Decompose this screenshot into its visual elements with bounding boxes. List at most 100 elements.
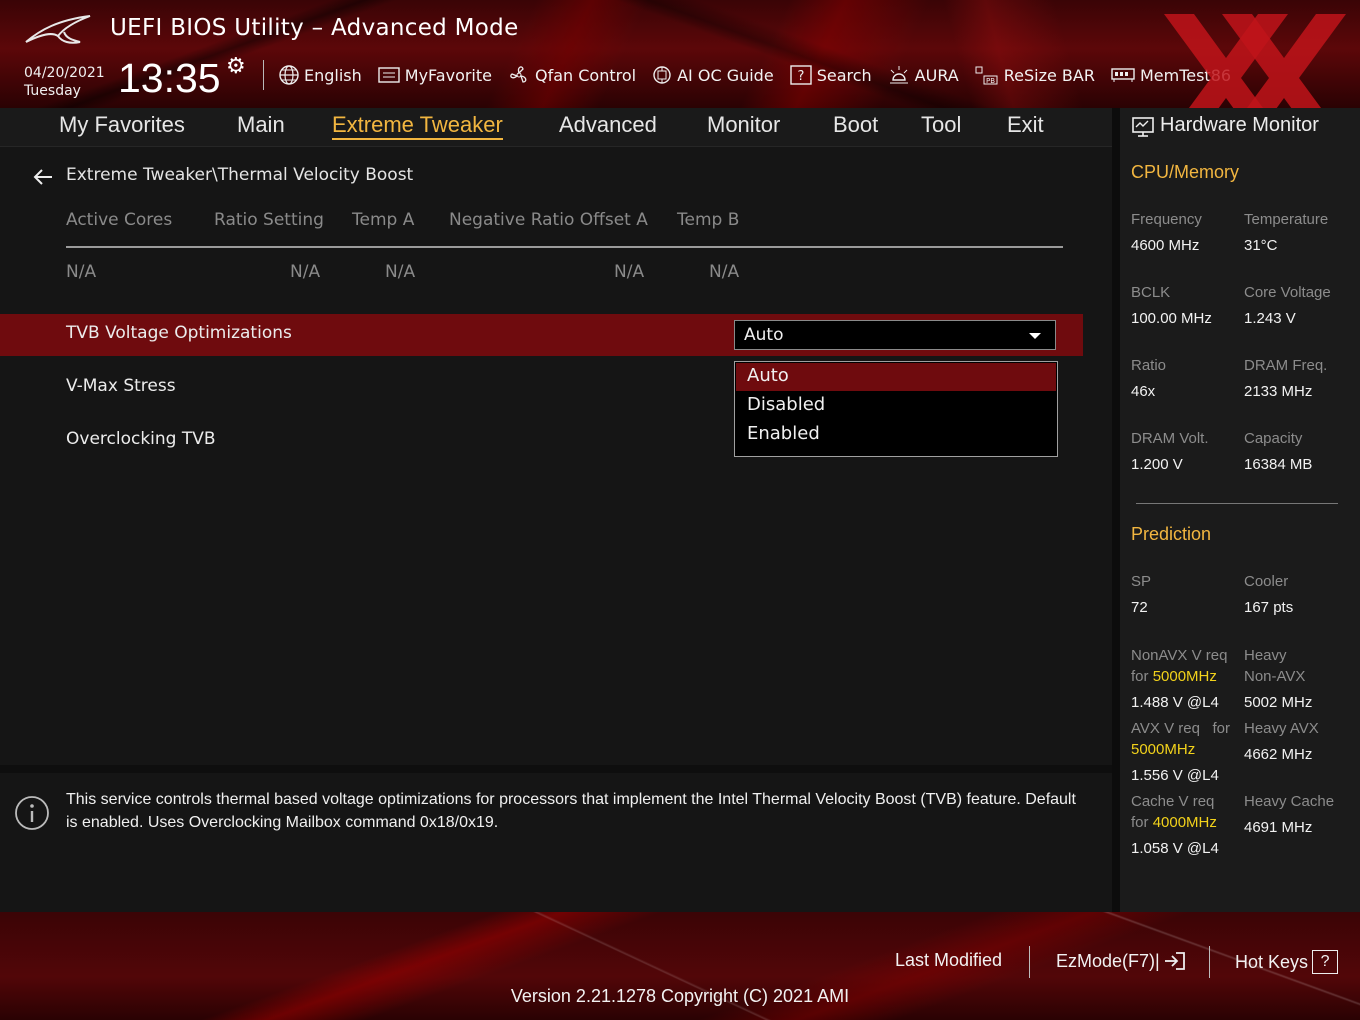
nonavx-vreq-title: NonAVX V req [1131, 647, 1228, 664]
cpu-memory-section-title: CPU/Memory [1131, 162, 1240, 182]
nonavx-vreq-label: NonAVX V req for 5000MHz [1131, 645, 1227, 687]
resize-bar-button[interactable]: PB ReSize BAR [974, 64, 1095, 86]
frequency-label: Frequency [1131, 211, 1202, 228]
tvb-value-temp-a: N/A [385, 262, 416, 282]
heavy-cache-label: Heavy Cache [1244, 793, 1335, 810]
aura-light-icon [889, 66, 908, 84]
core-voltage-label: Core Voltage [1244, 284, 1331, 301]
avx-for-text: for [1212, 720, 1230, 737]
caret-down-icon [1029, 333, 1041, 339]
date-text: 04/20/2021 [24, 65, 105, 81]
cache-for-text: for [1131, 814, 1149, 831]
select-current-value: Auto [744, 325, 784, 345]
cache-vreq-title: Cache V req [1131, 793, 1215, 810]
resize-bar-icon: PB [975, 66, 998, 85]
frequency-value: 4600 MHz [1131, 237, 1200, 254]
cooler-value: 167 pts [1244, 599, 1294, 616]
language-label: English [304, 65, 362, 85]
tab-advanced[interactable]: Advanced [559, 112, 657, 138]
avx-vreq-text: AVX V req [1131, 720, 1200, 737]
tvb-value-ratio-setting: N/A [290, 262, 321, 282]
heavy-cache-value: 4691 MHz [1244, 819, 1313, 836]
aura-button[interactable]: AURA [887, 64, 959, 86]
tab-monitor[interactable]: Monitor [707, 112, 780, 138]
qfan-control-button[interactable]: Qfan Control [507, 64, 636, 86]
avx-vreq-title: AVX V req for [1131, 718, 1230, 739]
day-text: Tuesday [24, 83, 81, 99]
tvb-voltage-optimizations-dropdown: Auto Disabled Enabled [734, 361, 1058, 457]
cache-freq: 4000MHz [1152, 814, 1217, 831]
tvb-table-divider [66, 246, 1063, 248]
dropdown-option-enabled[interactable]: Enabled [736, 421, 1056, 449]
ratio-label: Ratio [1131, 357, 1167, 374]
qfan-control-label: Qfan Control [535, 65, 637, 85]
breadcrumb: Extreme Tweaker\Thermal Velocity Boost [66, 165, 414, 185]
bclk-value: 100.00 MHz [1131, 310, 1212, 327]
tvb-voltage-optimizations-select[interactable]: Auto [734, 320, 1056, 350]
footer-bar: Last Modified EzMode(F7)| Hot Keys ? Ver… [0, 912, 1360, 1020]
dropdown-option-auto[interactable]: Auto [736, 363, 1056, 391]
date-display: 04/20/2021 Tuesday [24, 64, 105, 100]
dram-volt-label: DRAM Volt. [1131, 430, 1209, 447]
clock-settings-gear-icon[interactable]: ⚙ [226, 54, 246, 79]
tab-my-favorites[interactable]: My Favorites [59, 112, 185, 138]
watermark-xx-logo [1164, 14, 1346, 108]
language-button[interactable]: English [278, 64, 362, 86]
avx-freq: 5000MHz [1131, 741, 1196, 758]
tab-exit[interactable]: Exit [1007, 112, 1044, 138]
tab-tool[interactable]: Tool [921, 112, 961, 138]
hot-keys-question-icon: ? [1312, 950, 1339, 974]
capacity-value: 16384 MB [1244, 456, 1313, 473]
tab-extreme-tweaker[interactable]: Extreme Tweaker [332, 112, 503, 140]
tvb-header-active-cores: Active Cores [66, 210, 173, 230]
search-button[interactable]: ? Search [789, 64, 872, 86]
avx-vreq-label: AVX V req for 5000MHz [1131, 718, 1230, 760]
cooler-label: Cooler [1244, 573, 1289, 590]
tvb-value-temp-b: N/A [709, 262, 740, 282]
ezmode-label: EzMode(F7)| [1056, 950, 1160, 971]
hot-keys-button[interactable]: Hot Keys ? [1235, 950, 1339, 974]
avx-vreq-value: 1.556 V @L4 [1131, 767, 1219, 784]
ai-oc-guide-button[interactable]: AI OC Guide [651, 64, 774, 86]
tab-boot[interactable]: Boot [833, 112, 878, 138]
prediction-section-title: Prediction [1131, 524, 1212, 544]
last-modified-button[interactable]: Last Modified [895, 950, 1002, 971]
heavy-nonavx-line2: Non-AVX [1244, 668, 1306, 685]
help-divider [0, 765, 1112, 773]
main-menu-bar: My Favorites Main Extreme Tweaker Advanc… [0, 108, 1112, 147]
ai-oc-guide-label: AI OC Guide [677, 65, 774, 85]
header-divider [263, 60, 264, 90]
fan-icon [510, 66, 527, 83]
setting-label-v-max-stress[interactable]: V-Max Stress [66, 376, 176, 396]
nonavx-vreq-value: 1.488 V @L4 [1131, 694, 1219, 711]
toolbar: English MyFavorite Qfan Control AI OC Gu… [278, 62, 1246, 88]
back-arrow-icon[interactable] [32, 167, 54, 187]
tvb-header-temp-a: Temp A [352, 210, 415, 230]
sp-value: 72 [1131, 599, 1148, 616]
tab-main[interactable]: Main [237, 112, 285, 138]
dram-volt-value: 1.200 V [1131, 456, 1183, 473]
myfavorite-label: MyFavorite [404, 65, 492, 85]
nonavx-vreq-for: for 5000MHz [1131, 666, 1227, 687]
temperature-label: Temperature [1244, 211, 1329, 228]
sp-label: SP [1131, 573, 1152, 590]
exit-arrow-icon [1164, 952, 1185, 970]
dram-freq-label: DRAM Freq. [1244, 357, 1328, 374]
hardware-monitor-panel: Hardware Monitor CPU/Memory Frequency Te… [1120, 108, 1360, 912]
myfavorite-button[interactable]: MyFavorite [377, 65, 492, 85]
dropdown-option-disabled[interactable]: Disabled [736, 392, 1056, 420]
tvb-header-negative-ratio-offset-a: Negative Ratio Offset A [449, 210, 648, 230]
search-label: Search [816, 65, 872, 85]
globe-icon [279, 65, 299, 85]
tvb-value-active-cores: N/A [66, 262, 97, 282]
heavy-avx-value: 4662 MHz [1244, 746, 1313, 763]
temperature-value: 31°C [1244, 237, 1278, 254]
ezmode-button[interactable]: EzMode(F7)| [1056, 950, 1188, 972]
cache-vreq-value: 1.058 V @L4 [1131, 840, 1219, 857]
setting-label-overclocking-tvb[interactable]: Overclocking TVB [66, 429, 216, 449]
core-voltage-value: 1.243 V [1244, 310, 1296, 327]
monitor-icon [1132, 117, 1154, 137]
capacity-label: Capacity [1244, 430, 1303, 447]
tvb-header-ratio-setting: Ratio Setting [214, 210, 324, 230]
hw-section-divider [1136, 503, 1338, 504]
